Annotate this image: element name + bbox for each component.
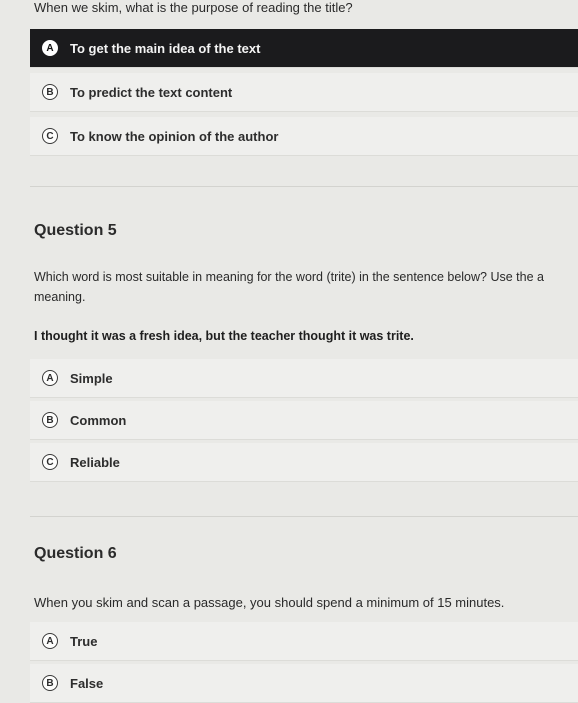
- option-letter-badge: A: [42, 633, 58, 649]
- question-divider: [30, 186, 578, 187]
- option-label: Common: [70, 412, 127, 428]
- question-6-option-b[interactable]: B False: [30, 664, 578, 703]
- option-label: Reliable: [70, 454, 120, 470]
- question-5-heading: Question 5: [34, 222, 117, 239]
- option-letter-badge: B: [42, 675, 58, 691]
- question-5-option-c[interactable]: C Reliable: [30, 443, 578, 482]
- question-6-heading: Question 6: [34, 545, 117, 562]
- question-6-option-a[interactable]: A True: [30, 622, 578, 661]
- question-4-option-a[interactable]: A To get the main idea of the text: [30, 29, 578, 68]
- option-letter-badge: B: [42, 84, 58, 100]
- option-label: Simple: [70, 370, 113, 386]
- question-4-prompt: When we skim, what is the purpose of rea…: [34, 0, 353, 15]
- question-6-prompt: When you skim and scan a passage, you sh…: [34, 595, 505, 610]
- question-5-prompt-line-2: meaning.: [34, 290, 86, 304]
- question-divider: [30, 516, 578, 517]
- option-letter-badge: A: [42, 370, 58, 386]
- option-letter-badge: A: [42, 40, 58, 56]
- option-letter-badge: C: [42, 128, 58, 144]
- question-5-prompt: Which word is most suitable in meaning f…: [34, 267, 578, 307]
- question-5-option-a[interactable]: A Simple: [30, 359, 578, 398]
- option-letter-badge: C: [42, 454, 58, 470]
- option-label: False: [70, 675, 104, 691]
- question-4-option-c[interactable]: C To know the opinion of the author: [30, 117, 578, 156]
- question-5-prompt-line-1: Which word is most suitable in meaning f…: [34, 270, 544, 284]
- option-label: To get the main idea of the text: [70, 40, 261, 56]
- option-label: True: [70, 633, 98, 649]
- question-4-option-b[interactable]: B To predict the text content: [30, 73, 578, 112]
- option-letter-badge: B: [42, 412, 58, 428]
- option-label: To predict the text content: [70, 84, 233, 100]
- quiz-page: When we skim, what is the purpose of rea…: [0, 0, 578, 703]
- option-label: To know the opinion of the author: [70, 128, 279, 144]
- question-5-sentence: I thought it was a fresh idea, but the t…: [34, 329, 414, 343]
- question-5-option-b[interactable]: B Common: [30, 401, 578, 440]
